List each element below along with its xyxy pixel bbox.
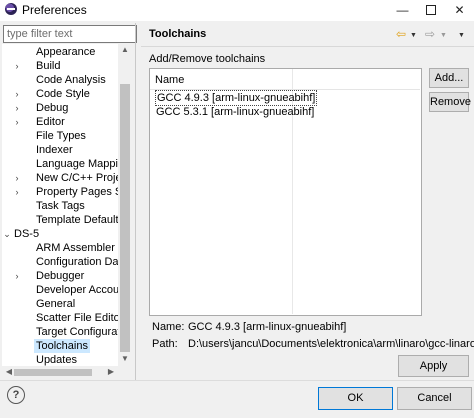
close-button[interactable]: ✕	[446, 0, 473, 21]
tree-horizontal-scroll-thumb[interactable]	[14, 369, 92, 376]
minimize-button[interactable]: —	[389, 0, 416, 21]
tree-item[interactable]: Indexer	[2, 143, 120, 157]
tree-item[interactable]: › Debugger	[2, 269, 120, 283]
tree-item[interactable]: Target Configuration	[2, 325, 132, 339]
tree-item[interactable]: Appearance	[2, 45, 120, 59]
apply-button[interactable]: Apply	[398, 355, 469, 377]
scroll-right-icon[interactable]: ▶	[104, 367, 118, 376]
help-icon[interactable]: ?	[7, 386, 25, 404]
tree-item-label: Debug	[36, 102, 69, 114]
name-label: Name:	[152, 321, 185, 333]
tree-item-label: Task Tags	[36, 200, 85, 212]
tree-item[interactable]: › Property Pages Setti	[2, 185, 133, 199]
forward-arrow-icon[interactable]: ⇨	[425, 27, 435, 41]
tree-item-label: Editor	[36, 116, 65, 128]
tree-item-label: File Types	[36, 130, 86, 142]
tree-item[interactable]: ⌄ DS-5	[2, 227, 120, 241]
column-header-name[interactable]: Name	[155, 74, 184, 86]
tree-item[interactable]: Scatter File Editor	[2, 311, 123, 325]
tree-item-label: Scatter File Editor	[36, 312, 124, 324]
add-button[interactable]: Add...	[429, 68, 469, 88]
path-label: Path:	[152, 338, 178, 350]
tree-item-label: Toolchains	[34, 339, 90, 353]
cancel-button[interactable]: Cancel	[397, 387, 472, 410]
tree-item-label: Build	[36, 60, 61, 72]
scroll-up-icon[interactable]: ▲	[118, 45, 132, 54]
page-title: Toolchains	[149, 28, 207, 40]
tree-item-label: DS-5	[14, 228, 40, 240]
tree-item[interactable]: › Editor	[2, 115, 120, 129]
tree-item[interactable]: › New C/C++ Project	[2, 171, 131, 185]
tree-item-label: Debugger	[36, 270, 85, 282]
tree-item[interactable]: Language Mappings	[2, 157, 132, 171]
filter-input[interactable]	[3, 25, 137, 43]
maximize-button[interactable]	[417, 0, 444, 21]
tree-item[interactable]: › Debug	[2, 101, 120, 115]
table-row[interactable]: GCC 5.3.1 [arm-linux-gnueabihf]	[152, 105, 314, 119]
tree-item-label: ARM Assembler	[36, 242, 115, 254]
tree-item[interactable]: Configuration Datab	[2, 255, 132, 269]
tree-item[interactable]: Template Default Va	[2, 213, 132, 227]
tree-item[interactable]: Updates	[2, 353, 120, 366]
collapsed-arrow-icon[interactable]: ›	[12, 101, 22, 115]
tree-item[interactable]: Code Analysis	[2, 73, 120, 87]
expanded-arrow-icon[interactable]: ⌄	[2, 227, 12, 241]
tree-item-label: Indexer	[36, 144, 73, 156]
tree-item[interactable]: › Code Style	[2, 87, 120, 101]
collapsed-arrow-icon[interactable]: ›	[12, 269, 22, 283]
collapsed-arrow-icon[interactable]: ›	[12, 115, 22, 129]
scroll-corner	[118, 366, 132, 378]
pane-splitter[interactable]	[135, 23, 136, 380]
back-history-dropdown-icon[interactable]: ▼	[410, 29, 417, 43]
tree-item[interactable]: Task Tags	[2, 199, 120, 213]
header-divider	[141, 46, 474, 47]
tree-item-label: Developer Account	[36, 284, 129, 296]
tree-item[interactable]: File Types	[2, 129, 120, 143]
tree-item-label: Appearance	[36, 46, 96, 58]
section-label: Add/Remove toolchains	[149, 53, 266, 65]
eclipse-logo-icon	[5, 3, 17, 15]
tree-item[interactable]: Developer Account	[2, 283, 128, 297]
path-value: D:\users\jancu\Documents\elektronica\arm…	[188, 338, 474, 350]
ok-button[interactable]: OK	[318, 387, 393, 410]
tree-item[interactable]: › Build	[2, 59, 120, 73]
tree-item-label: Code Style	[36, 88, 90, 100]
tree-item-label: Updates	[36, 354, 77, 366]
back-arrow-icon[interactable]: ⇦	[396, 27, 406, 41]
window-title: Preferences	[22, 3, 87, 17]
collapsed-arrow-icon[interactable]: ›	[12, 87, 22, 101]
collapsed-arrow-icon[interactable]: ›	[12, 59, 22, 73]
tree-vertical-scroll-thumb[interactable]	[120, 84, 130, 352]
table-header	[150, 69, 420, 90]
collapsed-arrow-icon[interactable]: ›	[12, 171, 22, 185]
tree-item-label: General	[36, 298, 76, 310]
tree-item[interactable]: ARM Assembler	[2, 241, 120, 255]
tree-item-label: Code Analysis	[36, 74, 106, 86]
maximize-icon	[426, 5, 436, 15]
footer-divider	[0, 380, 474, 381]
forward-history-dropdown-icon[interactable]: ▼	[440, 29, 447, 43]
table-row[interactable]: GCC 4.9.3 [arm-linux-gnueabihf]	[152, 90, 318, 106]
table-cell: GCC 4.9.3 [arm-linux-gnueabihf]	[155, 90, 318, 106]
tree-item[interactable]: General	[2, 297, 120, 311]
collapsed-arrow-icon[interactable]: ›	[12, 185, 22, 199]
tree-item[interactable]: Toolchains	[2, 339, 120, 353]
view-menu-icon[interactable]: ▼	[458, 29, 465, 43]
remove-button[interactable]: Remove	[429, 92, 471, 112]
table-cell: GCC 5.3.1 [arm-linux-gnueabihf]	[156, 106, 315, 118]
scroll-down-icon[interactable]: ▼	[118, 354, 132, 363]
preferences-tree: Appearance › Build Code Analysis › Code Style…	[2, 44, 132, 366]
name-value: GCC 4.9.3 [arm-linux-gnueabihf]	[188, 321, 347, 333]
